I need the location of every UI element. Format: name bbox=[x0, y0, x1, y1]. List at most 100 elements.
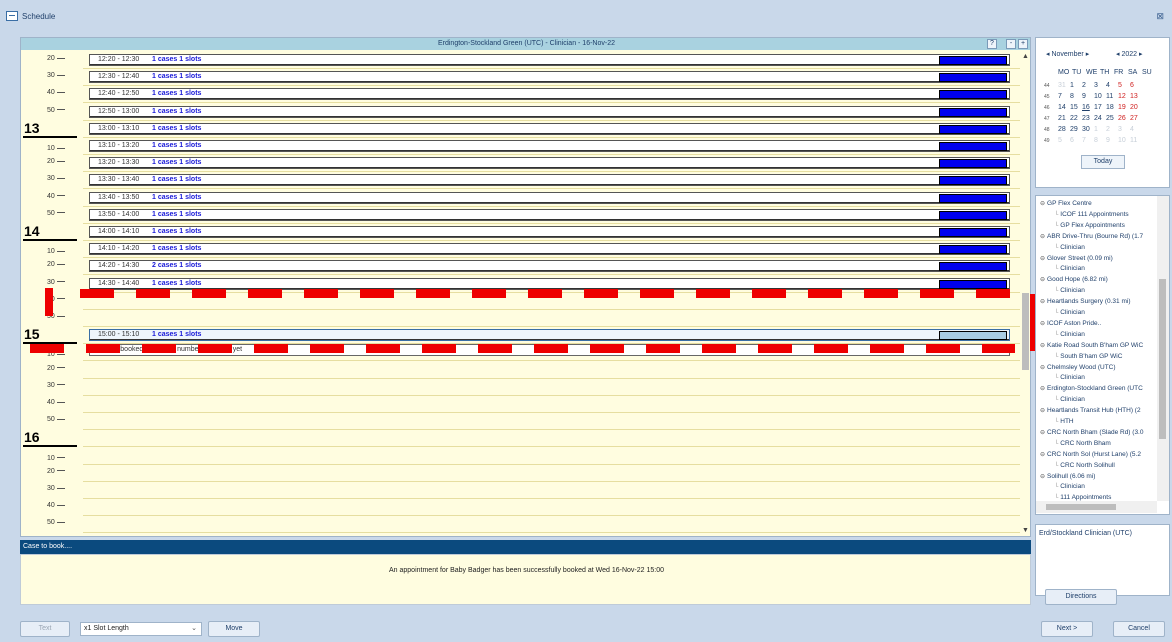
selected-time-slot[interactable]: 15:00 - 15:10 1 cases 1 slots bbox=[89, 329, 1010, 342]
scroll-up-icon[interactable]: ▲ bbox=[1022, 53, 1029, 60]
calendar-day[interactable]: 26 bbox=[1118, 115, 1130, 122]
tree-location[interactable]: Heartlands Surgery (0.31 mi) bbox=[1040, 298, 1130, 305]
zoom-out-button[interactable]: - bbox=[1006, 39, 1016, 49]
tree-resource[interactable]: Clinician bbox=[1054, 309, 1085, 316]
prev-year-icon[interactable]: ◂ bbox=[1116, 51, 1120, 58]
calendar-day[interactable]: 11 bbox=[1130, 137, 1142, 144]
calendar-day[interactable]: 6 bbox=[1130, 82, 1142, 89]
calendar-day[interactable]: 3 bbox=[1118, 126, 1130, 133]
calendar-day[interactable]: 7 bbox=[1058, 93, 1070, 100]
calendar-day[interactable]: 21 bbox=[1058, 115, 1070, 122]
tree-location[interactable]: Katie Road South B'ham GP WiC bbox=[1040, 342, 1143, 349]
tree-hscroll-thumb[interactable] bbox=[1046, 504, 1116, 510]
tree-location[interactable]: Chelmsley Wood (UTC) bbox=[1040, 364, 1116, 371]
tree-horizontal-scrollbar[interactable] bbox=[1036, 501, 1157, 513]
calendar-day[interactable]: 10 bbox=[1094, 93, 1106, 100]
tree-resource[interactable]: South B'ham GP WiC bbox=[1054, 353, 1122, 360]
calendar-day[interactable]: 15 bbox=[1070, 104, 1082, 111]
tree-resource[interactable]: CRC North Bham bbox=[1054, 440, 1111, 447]
time-slot[interactable]: 12:30 - 12:40 1 cases 1 slots bbox=[89, 71, 1010, 84]
calendar-day[interactable]: 30 bbox=[1082, 126, 1094, 133]
calendar-day[interactable]: 17 bbox=[1094, 104, 1106, 111]
calendar-day[interactable]: 31 bbox=[1058, 82, 1070, 89]
calendar-day[interactable]: 9 bbox=[1082, 93, 1094, 100]
tree-location[interactable]: Heartlands Transit Hub (HTH) (2 bbox=[1040, 407, 1141, 414]
scroll-down-icon[interactable]: ▼ bbox=[1022, 527, 1029, 534]
calendar-day[interactable]: 5 bbox=[1118, 82, 1130, 89]
calendar-day[interactable]: 18 bbox=[1106, 104, 1118, 111]
tree-resource[interactable]: GP Flex Appointments bbox=[1054, 222, 1125, 229]
tree-location[interactable]: Erdington-Stockland Green (UTC bbox=[1040, 385, 1143, 392]
tree-location[interactable]: GP Flex Centre bbox=[1040, 200, 1092, 207]
time-slot[interactable]: 12:20 - 12:30 1 cases 1 slots bbox=[89, 54, 1010, 66]
tree-location[interactable]: Good Hope (6.82 mi) bbox=[1040, 276, 1108, 283]
zoom-in-button[interactable]: + bbox=[1018, 39, 1028, 49]
tree-scroll-thumb[interactable] bbox=[1159, 279, 1166, 439]
tree-resource[interactable]: Clinician bbox=[1054, 265, 1085, 272]
cancel-button[interactable]: Cancel bbox=[1113, 621, 1165, 637]
time-slot[interactable]: 13:00 - 13:10 1 cases 1 slots bbox=[89, 122, 1010, 135]
tree-location[interactable]: Glover Street (0.09 mi) bbox=[1040, 255, 1113, 262]
time-slot[interactable]: 13:50 - 14:00 1 cases 1 slots bbox=[89, 208, 1010, 221]
next-year-icon[interactable]: ▸ bbox=[1139, 51, 1143, 58]
time-slot[interactable]: 14:00 - 14:10 1 cases 1 slots bbox=[89, 226, 1010, 238]
close-icon[interactable]: ⊠ bbox=[1156, 11, 1164, 22]
calendar-day[interactable]: 20 bbox=[1130, 104, 1142, 111]
month-selector[interactable]: ◂ November ▸ bbox=[1046, 50, 1089, 58]
calendar-day[interactable]: 27 bbox=[1130, 115, 1142, 122]
calendar-day[interactable]: 19 bbox=[1118, 104, 1130, 111]
directions-button[interactable]: Directions bbox=[1045, 589, 1117, 605]
tree-resource[interactable]: Clinician bbox=[1054, 287, 1085, 294]
calendar-day[interactable]: 14 bbox=[1058, 104, 1070, 111]
calendar-day[interactable]: 13 bbox=[1130, 93, 1142, 100]
calendar-day[interactable]: 2 bbox=[1106, 126, 1118, 133]
time-slot[interactable]: 13:10 - 13:20 1 cases 1 slots bbox=[89, 140, 1010, 152]
next-month-icon[interactable]: ▸ bbox=[1086, 51, 1090, 58]
calendar-day[interactable]: 12 bbox=[1118, 93, 1130, 100]
tree-resource[interactable]: Clinician bbox=[1054, 374, 1085, 381]
tree-location[interactable]: Solihull (6.06 mi) bbox=[1040, 473, 1095, 480]
calendar-day[interactable]: 25 bbox=[1106, 115, 1118, 122]
calendar-day[interactable]: 22 bbox=[1070, 115, 1082, 122]
year-selector[interactable]: ◂ 2022 ▸ bbox=[1116, 50, 1143, 58]
next-button[interactable]: Next > bbox=[1041, 621, 1093, 637]
calendar-day[interactable]: 7 bbox=[1082, 137, 1094, 144]
time-slot[interactable]: 13:20 - 13:30 1 cases 1 slots bbox=[89, 157, 1010, 170]
tree-resource[interactable]: ICOF 111 Appointments bbox=[1054, 211, 1128, 218]
calendar-day[interactable]: 8 bbox=[1094, 137, 1106, 144]
calendar-day[interactable]: 2 bbox=[1082, 82, 1094, 89]
prev-month-icon[interactable]: ◂ bbox=[1046, 51, 1050, 58]
time-slot[interactable]: 13:40 - 13:50 1 cases 1 slots bbox=[89, 191, 1010, 204]
time-slot[interactable]: 12:50 - 13:00 1 cases 1 slots bbox=[89, 105, 1010, 118]
calendar-day[interactable]: 4 bbox=[1130, 126, 1142, 133]
time-slot[interactable]: 14:30 - 14:40 1 cases 1 slots bbox=[89, 277, 1010, 290]
calendar-day[interactable]: 11 bbox=[1106, 93, 1118, 100]
calendar-day[interactable]: 29 bbox=[1070, 126, 1082, 133]
move-button[interactable]: Move bbox=[208, 621, 260, 637]
calendar-day[interactable]: 9 bbox=[1106, 137, 1118, 144]
time-slot[interactable]: 12:40 - 12:50 1 cases 1 slots bbox=[89, 88, 1010, 101]
text-button[interactable]: Text bbox=[20, 621, 70, 637]
calendar-day[interactable]: 8 bbox=[1070, 93, 1082, 100]
calendar-day[interactable]: 1 bbox=[1094, 126, 1106, 133]
tree-resource[interactable]: Clinician bbox=[1054, 244, 1085, 251]
help-button[interactable]: ? bbox=[987, 39, 997, 49]
tree-location[interactable]: ICOF Aston Pride.. bbox=[1040, 320, 1101, 327]
scrollbar-thumb[interactable] bbox=[1022, 293, 1029, 370]
calendar-day[interactable]: 16 bbox=[1082, 104, 1094, 111]
slot-length-select[interactable]: x1 Slot Length ⌄ bbox=[80, 622, 202, 636]
time-slot[interactable]: 14:10 - 14:20 1 cases 1 slots bbox=[89, 243, 1010, 256]
calendar-day[interactable]: 23 bbox=[1082, 115, 1094, 122]
time-slot[interactable]: 14:20 - 14:30 2 cases 1 slots bbox=[89, 260, 1010, 273]
calendar-day[interactable]: 4 bbox=[1106, 82, 1118, 89]
calendar-day[interactable]: 6 bbox=[1070, 137, 1082, 144]
tree-resource[interactable]: Clinician bbox=[1054, 331, 1085, 338]
tree-resource[interactable]: Clinician bbox=[1054, 483, 1085, 490]
calendar-day[interactable]: 5 bbox=[1058, 137, 1070, 144]
time-slot[interactable]: 13:30 - 13:40 1 cases 1 slots bbox=[89, 174, 1010, 187]
calendar-day[interactable]: 28 bbox=[1058, 126, 1070, 133]
tree-vertical-scrollbar[interactable] bbox=[1157, 196, 1169, 501]
calendar-day[interactable]: 24 bbox=[1094, 115, 1106, 122]
tree-resource[interactable]: CRC North Solihull bbox=[1054, 462, 1115, 469]
calendar-day[interactable]: 10 bbox=[1118, 137, 1130, 144]
